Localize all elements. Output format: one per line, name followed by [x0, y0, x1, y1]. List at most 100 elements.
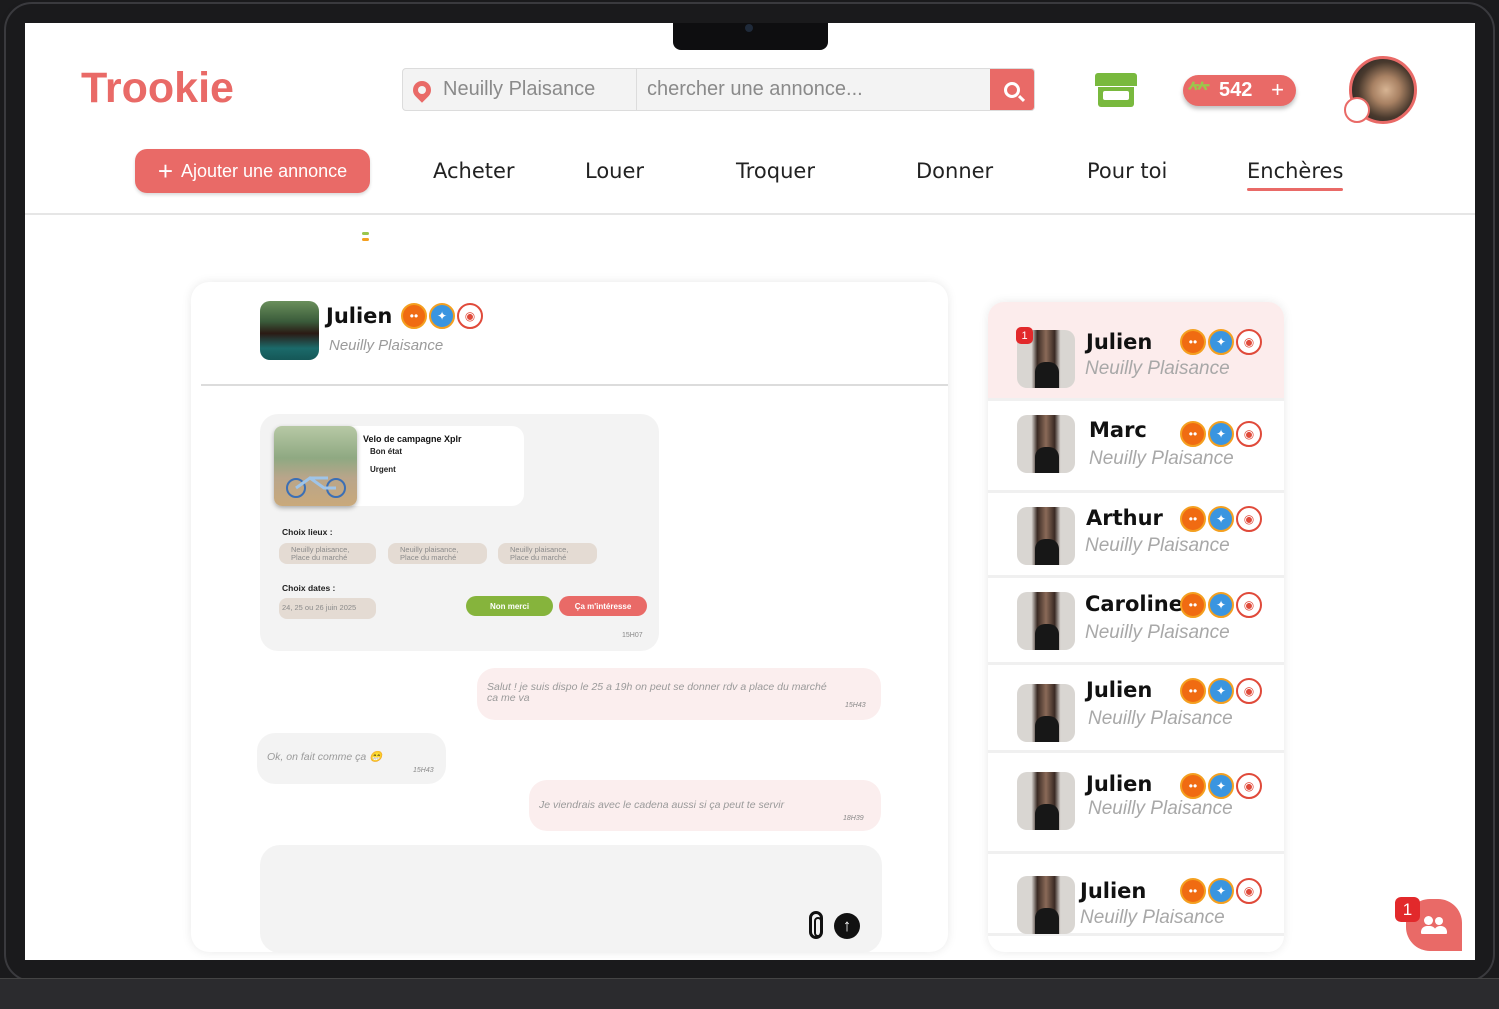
conversation-item[interactable]: Julien •• ✦ ◉ Neuilly Plaisance [988, 854, 1284, 936]
sunglasses-badge-icon: •• [1180, 329, 1206, 355]
fishbowl-badge-icon: ◉ [1236, 421, 1262, 447]
message-bubble-received: Ok, on fait comme ça 😁 15H43 [257, 733, 446, 784]
contact-avatar [1017, 684, 1075, 742]
contact-name: Caroline [1085, 592, 1183, 616]
product-urgency: Urgent [370, 465, 396, 474]
contact-location: Neuilly Plaisance [1088, 708, 1233, 729]
sunglasses-badge-icon: •• [1180, 592, 1206, 618]
contact-location: Neuilly Plaisance [1085, 358, 1230, 379]
fishbowl-badge-icon: ◉ [457, 303, 483, 329]
place-chip[interactable]: Neuilly plaisance, Place du marché [279, 543, 376, 564]
coins-value: 542 [1219, 79, 1253, 101]
message-text: Ok, on fait comme ça 😁 [267, 751, 383, 763]
sunglasses-badge-icon: •• [401, 303, 427, 329]
places-label: Choix lieux : [282, 527, 333, 537]
contact-avatar [1017, 507, 1075, 565]
fishbowl-badge-icon: ◉ [1236, 678, 1262, 704]
message-bubble-sent: Salut ! je suis dispo le 25 a 19h on peu… [477, 668, 881, 720]
nav-encheres[interactable]: Enchères [1247, 159, 1344, 191]
laptop-base [0, 978, 1499, 1009]
search-bar: Neuilly Plaisance chercher une annonce..… [402, 68, 1035, 111]
message-text: Salut ! je suis dispo le 25 a 19h on peu… [487, 681, 827, 704]
location-field[interactable]: Neuilly Plaisance [403, 69, 637, 110]
chat-panel: Julien •• ✦ ◉ Neuilly Plaisance Velo de … [191, 282, 948, 953]
date-chip[interactable]: 24, 25 ou 26 juin 2025 [279, 598, 376, 619]
nav-acheter[interactable]: Acheter [433, 159, 515, 183]
coins-balance-button[interactable]: ⺮ 542 + [1183, 75, 1296, 106]
conversation-item[interactable]: Caroline •• ✦ ◉ Neuilly Plaisance [988, 578, 1284, 665]
decline-button[interactable]: Non merci [466, 596, 553, 616]
chat-contact-name[interactable]: Julien [326, 304, 392, 328]
loading-indicator [362, 232, 370, 244]
contact-name: Julien [1086, 772, 1153, 796]
conversation-item[interactable]: Marc •• ✦ ◉ Neuilly Plaisance [988, 401, 1284, 493]
conversation-item[interactable]: Julien •• ✦ ◉ Neuilly Plaisance [988, 665, 1284, 753]
search-button[interactable] [990, 69, 1034, 110]
nav-troquer[interactable]: Troquer [736, 159, 815, 183]
conversation-item[interactable]: Arthur •• ✦ ◉ Neuilly Plaisance [988, 493, 1284, 578]
webcam [745, 24, 753, 32]
nav-donner[interactable]: Donner [916, 159, 993, 183]
add-coins-icon: + [1271, 77, 1284, 102]
runner-badge-icon: ✦ [1208, 329, 1234, 355]
bamboo-icon: ⺮ [1188, 81, 1211, 106]
contact-name: Marc [1089, 418, 1147, 442]
badge-group: •• ✦ ◉ [1180, 878, 1262, 904]
badge-group: •• ✦ ◉ [1180, 773, 1262, 799]
badge-group: •• ✦ ◉ [1180, 592, 1262, 618]
runner-badge-icon: ✦ [429, 303, 455, 329]
chat-header-divider [201, 384, 948, 386]
contact-location: Neuilly Plaisance [1080, 907, 1225, 928]
store-icon[interactable] [1095, 73, 1137, 109]
location-pin-icon [409, 76, 435, 103]
status-indicator [1344, 97, 1370, 123]
fishbowl-badge-icon: ◉ [1236, 878, 1262, 904]
accept-button[interactable]: Ça m'intéresse [559, 596, 647, 616]
screen: Trookie Neuilly Plaisance chercher une a… [25, 23, 1475, 960]
product-image [274, 426, 357, 506]
fishbowl-badge-icon: ◉ [1236, 506, 1262, 532]
fishbowl-badge-icon: ◉ [1236, 592, 1262, 618]
logo[interactable]: Trookie [81, 64, 234, 113]
message-bubble-sent: Je viendrais avec le cadena aussi si ça … [529, 780, 881, 831]
contact-avatar [1017, 592, 1075, 650]
badge-group: •• ✦ ◉ [401, 303, 483, 329]
offer-card: Velo de campagne Xplr Bon état Urgent Ch… [260, 414, 659, 651]
add-listing-button[interactable]: + Ajouter une annonce [135, 149, 370, 193]
contact-location: Neuilly Plaisance [1085, 535, 1230, 556]
badge-group: •• ✦ ◉ [1180, 506, 1262, 532]
offer-product[interactable]: Velo de campagne Xplr Bon état Urgent [274, 426, 524, 506]
contact-location: Neuilly Plaisance [1088, 798, 1233, 819]
runner-badge-icon: ✦ [1208, 678, 1234, 704]
contact-name: Julien [1086, 678, 1153, 702]
badge-group: •• ✦ ◉ [1180, 678, 1262, 704]
contact-avatar [1017, 876, 1075, 934]
badge-group: •• ✦ ◉ [1180, 329, 1262, 355]
runner-badge-icon: ✦ [1208, 773, 1234, 799]
chat-contact-avatar[interactable] [260, 301, 319, 360]
fishbowl-badge-icon: ◉ [1236, 329, 1262, 355]
runner-badge-icon: ✦ [1208, 592, 1234, 618]
message-time: 15H07 [622, 632, 643, 639]
paperclip-icon[interactable] [809, 911, 823, 939]
nav-pour-toi[interactable]: Pour toi [1087, 159, 1167, 183]
place-chip[interactable]: Neuilly plaisance, Place du marché [498, 543, 597, 564]
badge-group: •• ✦ ◉ [1180, 421, 1262, 447]
conversation-item[interactable]: Julien •• ✦ ◉ Neuilly Plaisance [988, 753, 1284, 854]
contact-location: Neuilly Plaisance [1089, 448, 1234, 469]
place-chip[interactable]: Neuilly plaisance, Place du marché [388, 543, 487, 564]
runner-badge-icon: ✦ [1208, 506, 1234, 532]
contact-name: Arthur [1086, 506, 1163, 530]
send-button[interactable]: ↑ [834, 913, 860, 939]
conversation-list: 1 Julien •• ✦ ◉ Neuilly Plaisance Marc •… [988, 302, 1284, 952]
message-input[interactable]: ↑ [260, 845, 882, 953]
contact-location: Neuilly Plaisance [1085, 622, 1230, 643]
notification-badge: 1 [1395, 897, 1420, 922]
conversation-item[interactable]: 1 Julien •• ✦ ◉ Neuilly Plaisance [988, 302, 1284, 401]
product-title: Velo de campagne Xplr [363, 434, 462, 444]
fishbowl-badge-icon: ◉ [1236, 773, 1262, 799]
search-input[interactable]: chercher une annonce... [637, 69, 990, 110]
nav-louer[interactable]: Louer [585, 159, 644, 183]
add-listing-label: Ajouter une annonce [181, 160, 348, 181]
message-text: Je viendrais avec le cadena aussi si ça … [539, 799, 785, 811]
